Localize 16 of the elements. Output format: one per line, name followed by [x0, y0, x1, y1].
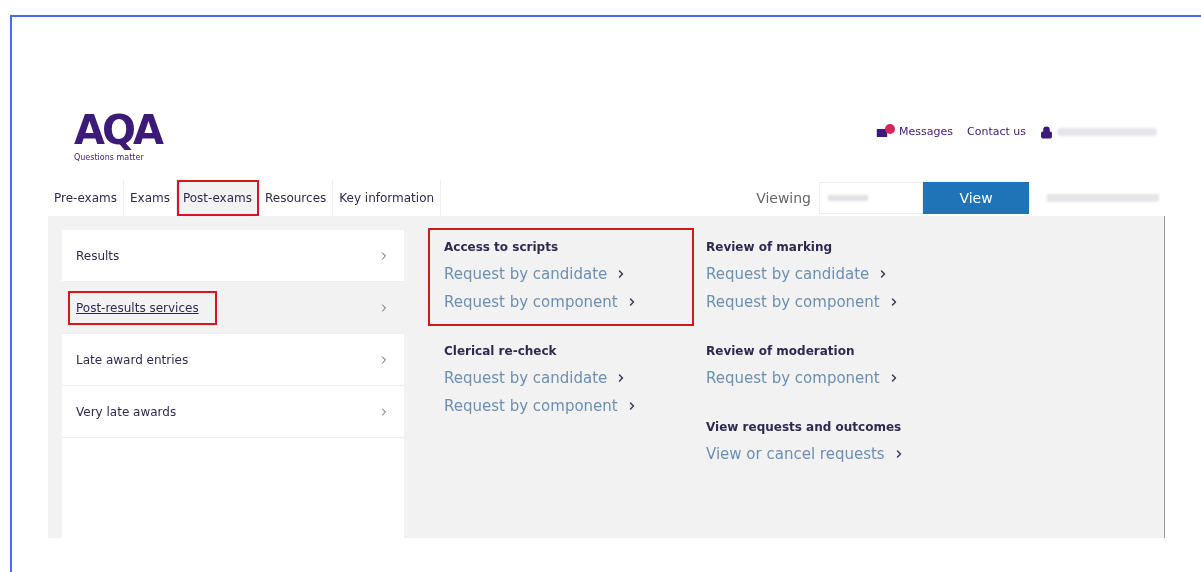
menu-item[interactable]: Post-results services	[62, 282, 404, 334]
lock-icon	[1040, 125, 1053, 139]
section-heading: Access to scripts	[444, 239, 559, 256]
view-button[interactable]: View	[923, 182, 1029, 214]
viewing-field[interactable]	[819, 182, 923, 214]
section-heading: View requests and outcomes	[706, 419, 902, 436]
section-heading: Review of marking	[706, 239, 833, 256]
nav-tab[interactable]: Post-exams	[176, 180, 259, 216]
section-heading: Review of moderation	[706, 343, 855, 360]
messages-link[interactable]: Messages	[875, 124, 953, 141]
section-heading: Clerical re-check	[444, 343, 557, 360]
blurred-account-name[interactable]	[1057, 128, 1157, 137]
contact-link[interactable]: Contact us	[967, 124, 1026, 141]
viewing-label: Viewing	[756, 188, 811, 208]
logo-tagline: Questions matter	[74, 152, 145, 164]
logo-wordmark[interactable]: AQA	[74, 110, 161, 150]
